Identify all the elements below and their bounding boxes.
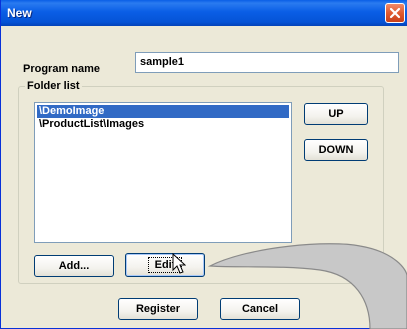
close-button[interactable] xyxy=(385,3,405,23)
title-bar[interactable]: New xyxy=(1,0,407,26)
list-item[interactable]: \ProductList\Images xyxy=(37,118,289,131)
edit-button[interactable]: Edit xyxy=(125,253,205,277)
program-name-label: Program name xyxy=(23,63,101,75)
folder-list-label: Folder list xyxy=(25,80,82,92)
mouse-cursor-icon xyxy=(172,253,186,274)
list-item[interactable]: \DemoImage xyxy=(37,105,289,118)
register-button[interactable]: Register xyxy=(118,298,198,320)
program-name-input[interactable]: sample1 xyxy=(135,52,399,73)
dialog-window: New Program name sample1 Folder list \De… xyxy=(0,0,407,329)
add-button[interactable]: Add... xyxy=(34,255,114,277)
down-button[interactable]: DOWN xyxy=(304,139,368,161)
folder-listbox[interactable]: \DemoImage \ProductList\Images xyxy=(34,102,292,243)
close-icon xyxy=(389,7,401,19)
up-button[interactable]: UP xyxy=(304,103,368,125)
cancel-button[interactable]: Cancel xyxy=(220,298,300,320)
window-title: New xyxy=(7,6,32,20)
